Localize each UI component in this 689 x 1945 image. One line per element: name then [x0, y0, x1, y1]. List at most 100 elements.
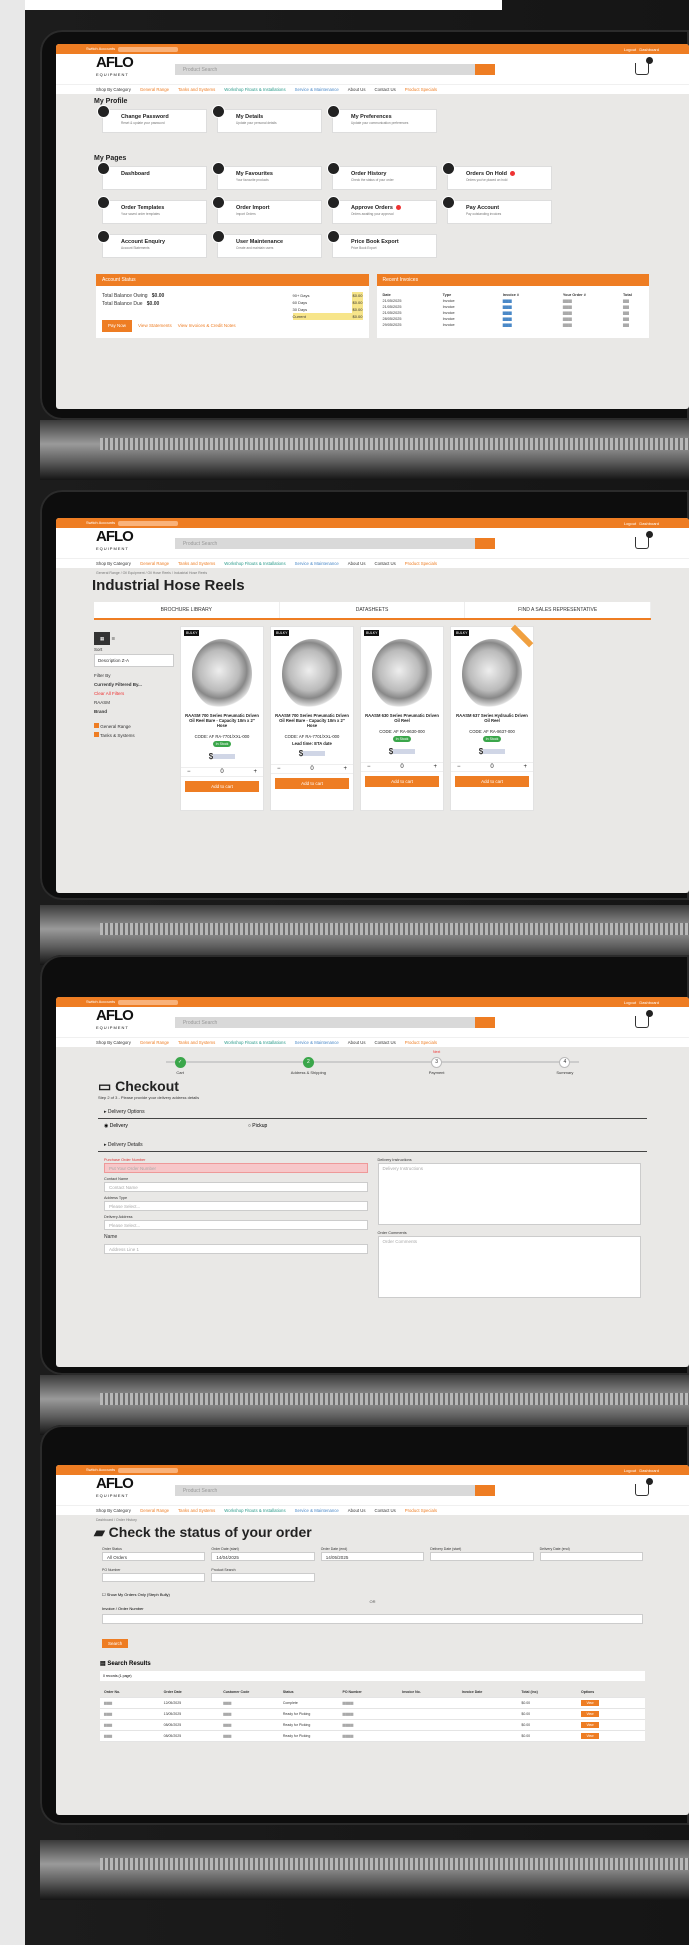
search-button[interactable]	[474, 537, 495, 549]
delivery-address-select[interactable]: Please Select...	[104, 1220, 368, 1230]
pickup-radio[interactable]: ○ Pickup	[248, 1123, 267, 1129]
contact-name-field[interactable]: Contact Name	[104, 1182, 368, 1192]
plus-icon[interactable]: +	[433, 764, 437, 770]
nav-service[interactable]: Service & Maintenance	[295, 561, 339, 566]
logout-link[interactable]: Logout	[624, 1468, 636, 1473]
search-input[interactable]: Product Search	[174, 1016, 495, 1028]
minus-icon[interactable]: −	[457, 764, 461, 770]
dashboard-link[interactable]: Dashboard	[639, 1468, 659, 1473]
minus-icon[interactable]: −	[187, 769, 191, 775]
product-card[interactable]: BULKY RAASM 630 Series Pneumatic Driven …	[360, 626, 444, 811]
dashboard-link[interactable]: Dashboard	[639, 521, 659, 526]
account-pill[interactable]	[118, 1467, 179, 1473]
cart-icon[interactable]	[635, 1478, 653, 1496]
plus-icon[interactable]: +	[343, 766, 347, 772]
product-card[interactable]: BULKY RAASM 637 Series Hydraulic Driven …	[450, 624, 534, 811]
tile-approve-orders[interactable]: Approve Orders Orders awaiting your appro…	[327, 196, 437, 224]
nav-shop-by-category[interactable]: Shop By Category	[96, 1040, 131, 1045]
tile-user-maintenance[interactable]: User Maintenance Create and maintain user…	[212, 230, 322, 258]
tile-my-details[interactable]: My Details Update your personal details	[212, 105, 322, 133]
order-date-end[interactable]: 14/05/2025	[320, 1552, 425, 1561]
nav-workshop[interactable]: Workshop Fitouts & Installations	[224, 561, 285, 566]
view-button[interactable]: View	[581, 1733, 599, 1739]
product-image[interactable]	[462, 639, 522, 709]
table-row[interactable]: ▆▆▆ 12/05/2025 ▆▆▆ Complete ▆▆▆▆ $0.00 View	[100, 1698, 645, 1709]
nav-shop-by-category[interactable]: Shop By Category	[96, 561, 131, 566]
search-input[interactable]: Product Search	[174, 537, 495, 549]
delivery-instructions-field[interactable]: Delivery Instructions	[377, 1163, 641, 1225]
search-orders-button[interactable]: Search	[102, 1639, 129, 1648]
add-to-cart-button[interactable]: Add to cart	[365, 776, 439, 787]
account-pill[interactable]	[118, 46, 179, 52]
product-image[interactable]	[282, 639, 342, 709]
switch-account-link[interactable]: Switch Accounts	[86, 1467, 115, 1472]
view-button[interactable]: View	[581, 1722, 599, 1728]
account-pill[interactable]	[118, 520, 179, 526]
nav-shop-by-category[interactable]: Shop By Category	[96, 87, 131, 92]
logo[interactable]: AFLO EQUIPMENT	[96, 529, 134, 555]
account-pill[interactable]	[118, 999, 179, 1005]
switch-account-link[interactable]: Switch Accounts	[86, 520, 115, 525]
nav-general-range[interactable]: General Range	[140, 561, 169, 566]
address-type-select[interactable]: Please Select...	[104, 1201, 368, 1211]
product-card[interactable]: BULKY RAASM 700 Series Pneumatic Driven …	[180, 626, 264, 811]
quantity-stepper[interactable]: −0 +	[271, 764, 353, 774]
pay-now-button[interactable]: Pay Now	[102, 320, 133, 332]
invoice-row[interactable]: 29/05/2025 Invoice ▆▆▆ ▆▆▆ ▆▆	[383, 322, 644, 328]
cart-icon[interactable]	[635, 1010, 653, 1028]
breadcrumb[interactable]: General Range / Oil Equipment / Oil Hose…	[56, 568, 689, 575]
nav-specials[interactable]: Product Specials	[405, 1040, 437, 1045]
breadcrumb[interactable]: Dashboard / Order History	[56, 1515, 689, 1522]
address-line-1-field[interactable]: Address Line 1	[104, 1244, 368, 1254]
order-comments-field[interactable]: Order Comments	[377, 1236, 641, 1298]
quantity-stepper[interactable]: −0 +	[181, 767, 263, 777]
nav-specials[interactable]: Product Specials	[405, 561, 437, 566]
tile-my-favourites[interactable]: My Favourites Your favourite products	[212, 162, 322, 190]
nav-tanks[interactable]: Tanks and Systems	[178, 561, 215, 566]
view-button[interactable]: View	[581, 1711, 599, 1717]
tile-order-import[interactable]: Order Import Import Orders	[212, 196, 322, 224]
tile-order-templates[interactable]: Order Templates Your saved order template…	[97, 196, 207, 224]
nav-general-range[interactable]: General Range	[140, 87, 169, 92]
nav-shop-by-category[interactable]: Shop By Category	[96, 1508, 131, 1513]
step-address[interactable]: 2 Address & Shipping	[268, 1053, 348, 1075]
tab-find-sales-rep[interactable]: FIND A SALES REPRESENTATIVE	[465, 602, 652, 618]
invoice-number-input[interactable]	[102, 1614, 643, 1624]
view-invoices-link[interactable]: View Invoices & Credit Notes	[178, 323, 236, 328]
cart-icon[interactable]	[635, 57, 653, 75]
search-input[interactable]: Product Search	[174, 63, 495, 75]
logo[interactable]: AFLO EQUIPMENT	[96, 1008, 134, 1034]
table-row[interactable]: ▆▆▆ 08/05/2025 ▆▆▆ Ready for Picking ▆▆▆▆ $0.…	[100, 1720, 645, 1731]
tab-datasheets[interactable]: DATASHEETS	[280, 602, 466, 618]
add-to-cart-button[interactable]: Add to cart	[275, 778, 349, 789]
nav-workshop[interactable]: Workshop Fitouts & Installations	[224, 1508, 285, 1513]
nav-service[interactable]: Service & Maintenance	[295, 1040, 339, 1045]
search-button[interactable]	[474, 1484, 495, 1496]
grid-view-button[interactable]: ▦	[94, 632, 111, 645]
nav-contact[interactable]: Contact Us	[374, 561, 395, 566]
search-button[interactable]	[474, 1016, 495, 1028]
logout-link[interactable]: Logout	[624, 521, 636, 526]
sort-select[interactable]: Description Z-A	[94, 654, 174, 667]
minus-icon[interactable]: −	[367, 764, 371, 770]
table-row[interactable]: ▆▆▆ 13/05/2025 ▆▆▆ Ready for Picking ▆▆▆▆ $0.…	[100, 1709, 645, 1720]
product-name[interactable]: RAASM 637 Series Hydraulic Driven Oil Re…	[451, 713, 533, 723]
product-name[interactable]: RAASM 700 Series Pneumatic Driven Oil Re…	[271, 713, 353, 728]
search-button[interactable]	[474, 63, 495, 75]
show-my-orders-checkbox[interactable]: ☐ Show My Orders Only (Steph Bully)	[56, 1590, 689, 1599]
logout-link[interactable]: Logout	[624, 1000, 636, 1005]
logo[interactable]: AFLO EQUIPMENT	[96, 55, 134, 81]
nav-specials[interactable]: Product Specials	[405, 1508, 437, 1513]
logo[interactable]: AFLO EQUIPMENT	[96, 1476, 134, 1502]
order-date-start[interactable]: 14/04/2025	[211, 1552, 315, 1561]
plus-icon[interactable]: +	[253, 769, 257, 775]
tile-pay-account[interactable]: Pay Account Pay outstanding invoices	[442, 196, 552, 224]
plus-icon[interactable]: +	[523, 764, 527, 770]
table-row[interactable]: ▆▆▆ 08/05/2025 ▆▆▆ Ready for Picking ▆▆▆▆ $0.…	[100, 1731, 645, 1742]
step-cart[interactable]: ✓ Cart	[140, 1053, 220, 1075]
tile-my-preferences[interactable]: My Preferences Update your communication …	[327, 105, 437, 133]
nav-service[interactable]: Service & Maintenance	[295, 1508, 339, 1513]
step-payment[interactable]: Next 3 Payment	[397, 1050, 477, 1075]
category-general-range[interactable]: General Range	[94, 722, 174, 731]
list-view-button[interactable]: ☰	[112, 636, 116, 641]
